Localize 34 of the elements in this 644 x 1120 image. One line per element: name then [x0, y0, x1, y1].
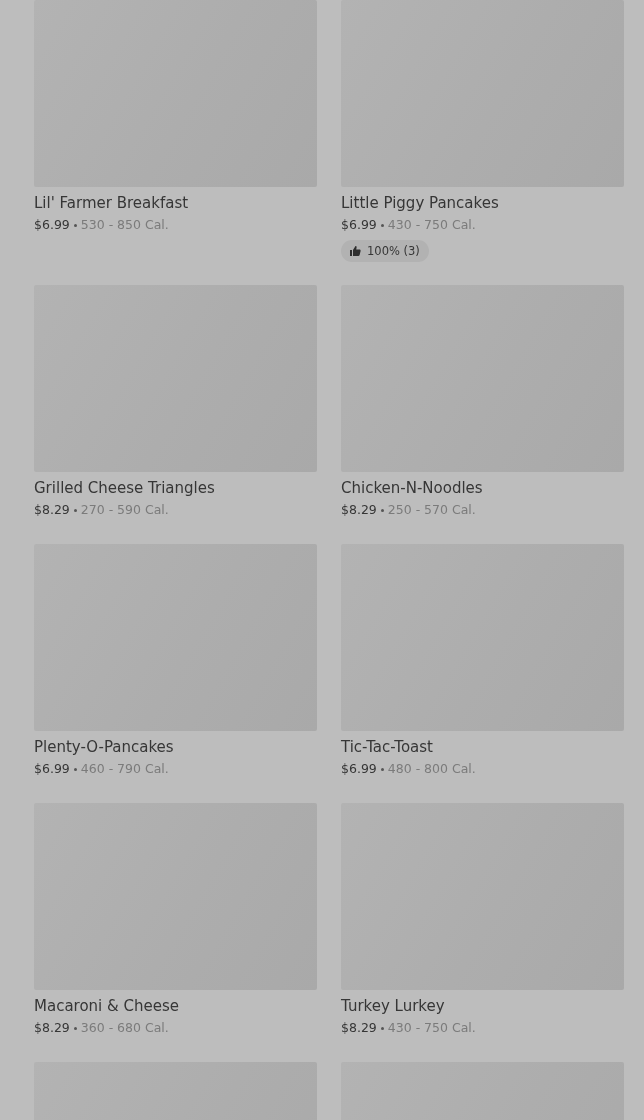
calories: 250 - 570 Cal.	[387, 501, 476, 519]
separator-dot-icon	[380, 767, 384, 771]
dish-name: Turkey Lurkey	[341, 996, 446, 1017]
dish-name: Plenty-O-Pancakes	[34, 737, 175, 758]
separator-dot-icon	[73, 767, 77, 771]
calories: 480 - 800 Cal.	[387, 760, 476, 778]
price: $8.29	[34, 1019, 70, 1037]
price: $8.29	[341, 501, 377, 519]
rating-text: 100% (3)	[367, 243, 420, 260]
calories: 360 - 680 Cal.	[80, 1019, 169, 1037]
separator-dot-icon	[380, 223, 384, 227]
separator-dot-icon	[380, 508, 384, 512]
thumbs-up-icon	[349, 245, 361, 257]
calories: 430 - 750 Cal.	[387, 1019, 476, 1037]
calories: 530 - 850 Cal.	[80, 216, 169, 234]
calories: 460 - 790 Cal.	[80, 760, 169, 778]
price: $6.99	[341, 216, 377, 234]
separator-dot-icon	[380, 1026, 384, 1030]
price: $6.99	[34, 760, 70, 778]
separator-dot-icon	[73, 508, 77, 512]
dish-name: Grilled Cheese Triangles	[34, 478, 216, 499]
calories: 270 - 590 Cal.	[80, 501, 169, 519]
price: $8.29	[341, 1019, 377, 1037]
price: $8.29	[34, 501, 70, 519]
calories: 430 - 750 Cal.	[387, 216, 476, 234]
separator-dot-icon	[73, 1026, 77, 1030]
price: $6.99	[341, 760, 377, 778]
dish-name: Tic-Tac-Toast	[341, 737, 434, 758]
dish-name: Little Piggy Pancakes	[341, 193, 500, 214]
dish-name: Macaroni & Cheese	[34, 996, 180, 1017]
price: $6.99	[34, 216, 70, 234]
dish-name: Chicken-N-Noodles	[341, 478, 484, 499]
dish-name: Lil' Farmer Breakfast	[34, 193, 190, 214]
separator-dot-icon	[73, 223, 77, 227]
